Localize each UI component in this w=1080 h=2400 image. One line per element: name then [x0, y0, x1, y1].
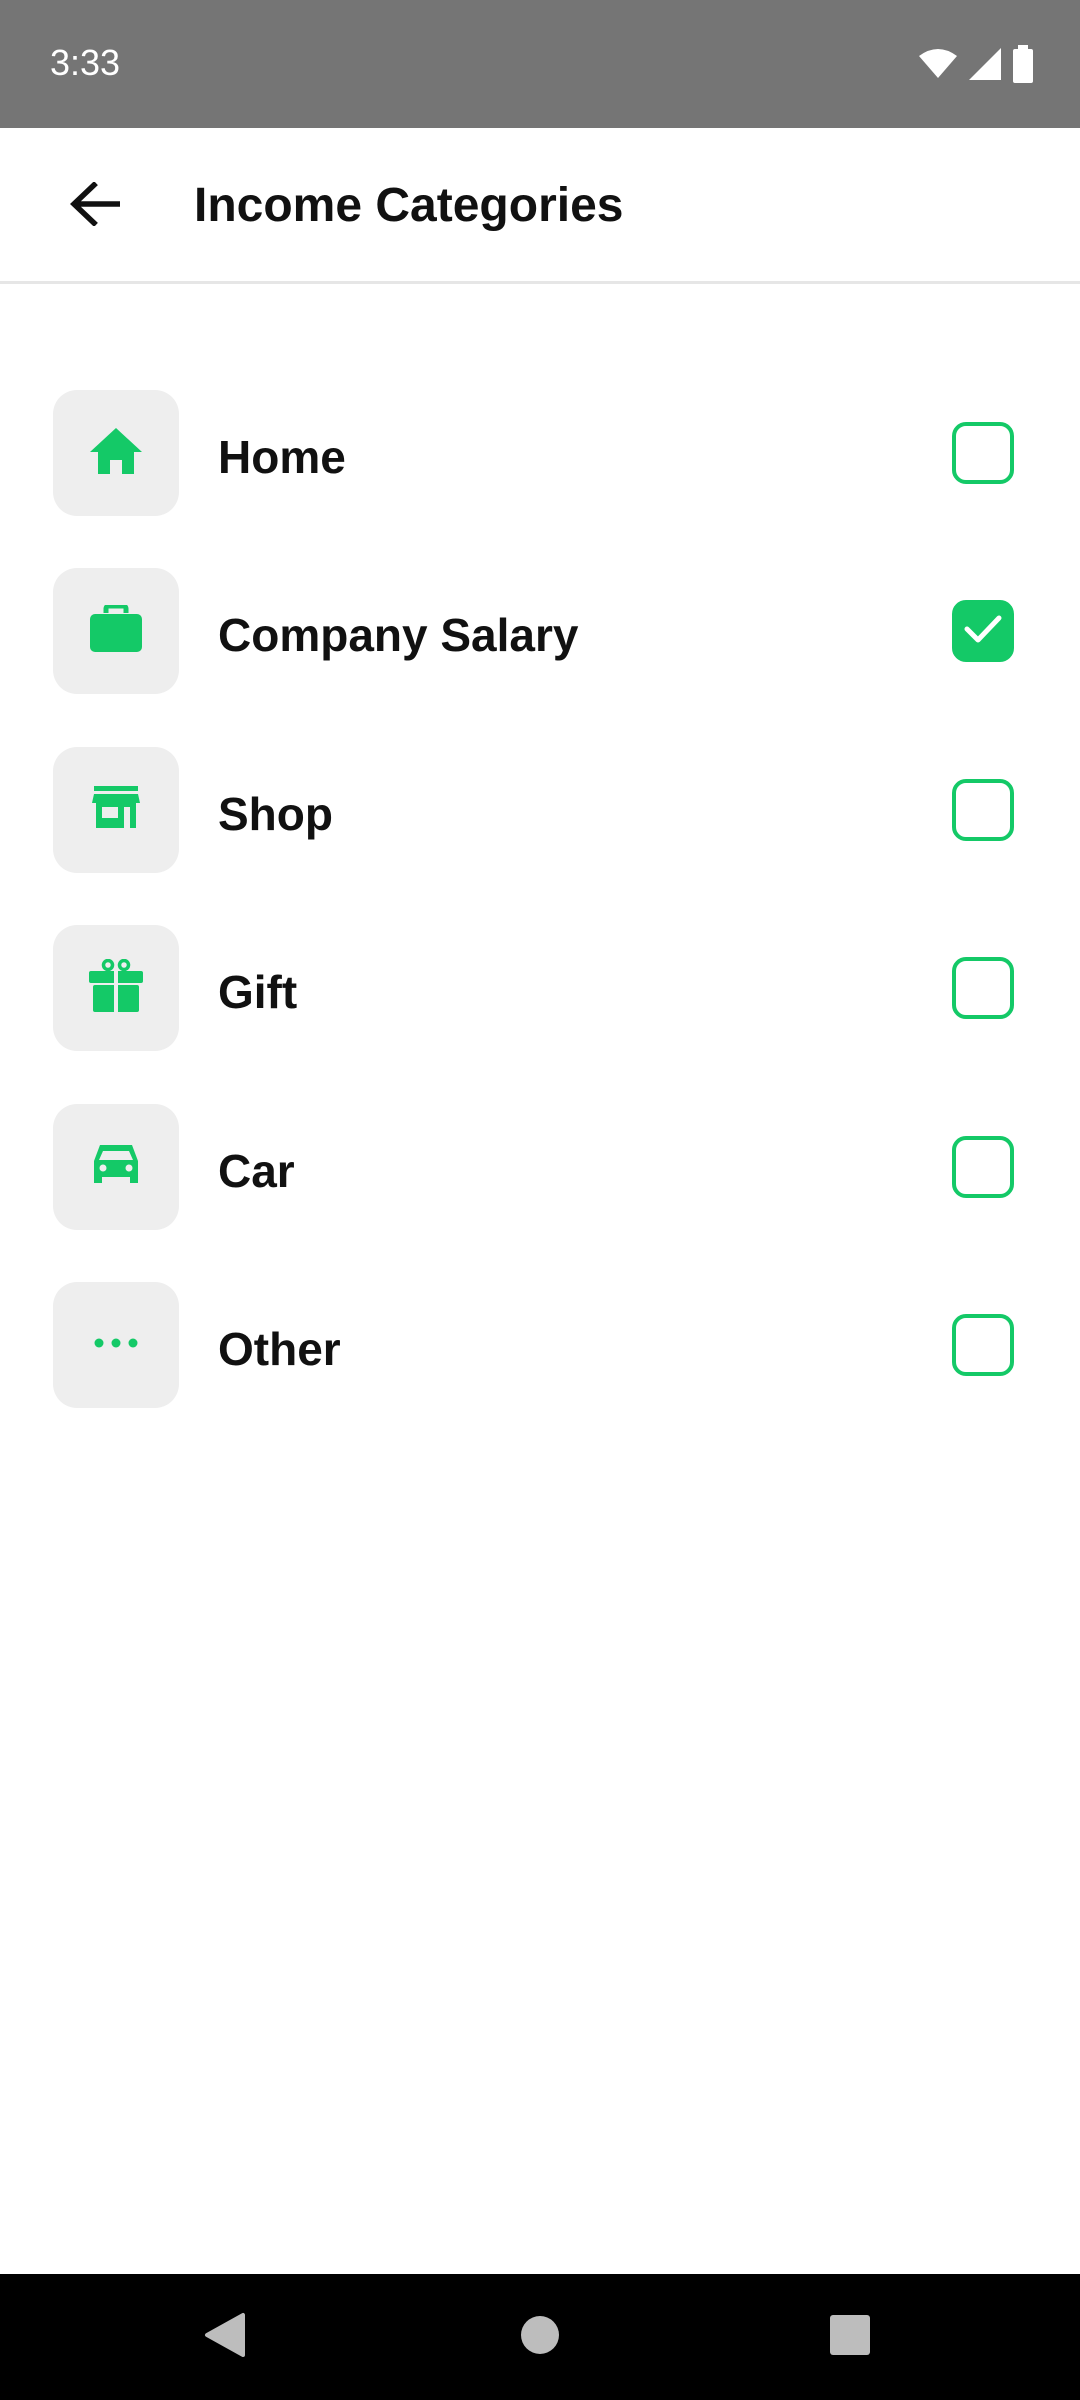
category-item-other[interactable]: Other [0, 1281, 1080, 1460]
category-checkbox-car[interactable] [952, 1135, 1014, 1198]
signal-icon [968, 47, 1002, 81]
category-item-company-salary[interactable]: Company Salary [0, 568, 1080, 746]
category-label: Other [218, 1322, 341, 1375]
category-checkbox-gift[interactable] [952, 957, 1014, 1020]
category-icon-box [53, 746, 179, 873]
category-icon-box [53, 390, 179, 516]
back-button[interactable] [60, 174, 130, 238]
nav-recents-icon [829, 2314, 871, 2361]
check-icon [963, 613, 1003, 650]
page-title: Income Categories [194, 179, 624, 232]
category-item-gift[interactable]: Gift [0, 925, 1080, 1103]
app-bar: Income Categories [0, 128, 1080, 284]
category-label: Shop [218, 787, 333, 840]
category-item-shop[interactable]: Shop [0, 746, 1080, 925]
gift-icon [87, 958, 145, 1018]
category-checkbox-home[interactable] [952, 422, 1014, 484]
nav-home-icon [519, 2314, 561, 2361]
category-label: Gift [218, 966, 298, 1019]
wifi-icon [918, 48, 958, 80]
category-icon-box [53, 1103, 179, 1230]
arrow-back-icon [70, 180, 121, 231]
status-time: 3:33 [50, 42, 121, 83]
category-list: Home Company Salary Shop Gift Car Other [0, 390, 1080, 1460]
navigation-bar [0, 2274, 1080, 2400]
category-checkbox-company-salary[interactable] [952, 600, 1014, 663]
category-label: Car [218, 1144, 295, 1197]
category-icon-box [53, 925, 179, 1052]
car-icon [90, 1141, 142, 1192]
category-item-home[interactable]: Home [0, 390, 1080, 568]
nav-back-icon [203, 2312, 247, 2363]
status-bar: 3:33 [0, 0, 1080, 128]
nav-recents-button[interactable] [790, 2274, 910, 2400]
status-icons [918, 44, 1034, 84]
briefcase-icon [88, 603, 144, 658]
nav-home-button[interactable] [480, 2274, 600, 2400]
store-icon [91, 785, 141, 834]
category-icon-box [53, 568, 179, 695]
more-horiz-icon [93, 1336, 139, 1354]
category-icon-box [53, 1281, 179, 1408]
category-checkbox-shop[interactable] [952, 778, 1014, 841]
category-item-car[interactable]: Car [0, 1103, 1080, 1282]
screen: 3:33 Income Categories Home Company Sala… [0, 0, 1080, 2400]
category-label: Company Salary [218, 609, 579, 662]
nav-back-button[interactable] [165, 2274, 285, 2400]
home-icon [88, 426, 144, 481]
battery-icon [1012, 45, 1034, 83]
category-checkbox-other[interactable] [952, 1313, 1014, 1376]
category-label: Home [218, 431, 346, 483]
